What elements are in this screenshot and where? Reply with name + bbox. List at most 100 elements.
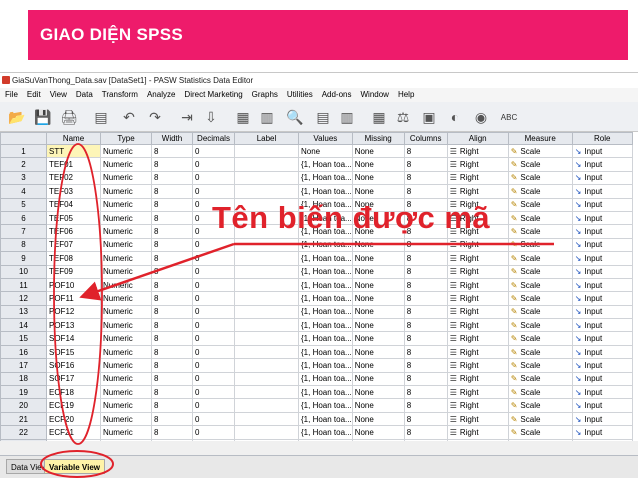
cell-missing[interactable]: None: [351, 157, 405, 172]
column-header-align[interactable]: Align: [446, 132, 509, 145]
cell-name[interactable]: POF12: [46, 304, 101, 320]
cell-width[interactable]: 8: [151, 143, 193, 159]
cell-width[interactable]: 8: [151, 291, 193, 306]
cell-columns[interactable]: 8: [403, 143, 448, 159]
cell-width[interactable]: 8: [151, 277, 193, 293]
cell-columns[interactable]: 8: [403, 264, 448, 279]
cell-type[interactable]: Numeric: [100, 344, 152, 360]
cell-values[interactable]: {1, Hoan toa...: [298, 411, 353, 427]
row-number[interactable]: 2: [0, 157, 47, 172]
cell-label[interactable]: [234, 398, 299, 413]
cell-role[interactable]: ↘Input: [571, 331, 633, 346]
cell-missing[interactable]: None: [351, 304, 405, 320]
cell-missing[interactable]: None: [351, 291, 405, 306]
undo-icon[interactable]: ↶: [118, 106, 140, 128]
cell-decimals[interactable]: 0: [192, 318, 235, 333]
cell-name[interactable]: TEF01: [46, 157, 101, 172]
cell-decimals[interactable]: 0: [192, 344, 235, 360]
row-number[interactable]: 13: [0, 304, 47, 320]
column-header-columns[interactable]: Columns: [403, 132, 448, 145]
cell-role[interactable]: ↘Input: [571, 264, 633, 279]
menu-file[interactable]: File: [0, 88, 22, 102]
cell-width[interactable]: 8: [151, 318, 193, 333]
cell-values[interactable]: {1, Hoan toa...: [298, 371, 353, 387]
cell-label[interactable]: [234, 344, 299, 360]
cell-width[interactable]: 8: [151, 264, 193, 279]
cell-values[interactable]: {1, Hoan toa...: [298, 157, 353, 172]
row-number[interactable]: 4: [0, 184, 47, 199]
run-descriptives-icon[interactable]: ▥: [256, 106, 278, 128]
cell-decimals[interactable]: 0: [192, 425, 235, 440]
cell-align[interactable]: ☰Right: [446, 411, 509, 427]
menu-utilities[interactable]: Utilities: [282, 88, 317, 102]
cell-name[interactable]: POF13: [46, 318, 101, 333]
cell-decimals[interactable]: 0: [192, 291, 235, 306]
cell-measure[interactable]: ✎Scale: [507, 143, 573, 159]
cell-align[interactable]: ☰Right: [446, 237, 509, 253]
goto-case-icon[interactable]: ⇥: [176, 106, 198, 128]
cell-measure[interactable]: ✎Scale: [507, 304, 573, 320]
cell-label[interactable]: [234, 385, 299, 400]
cell-align[interactable]: ☰Right: [446, 291, 509, 306]
cell-label[interactable]: [234, 438, 299, 441]
cell-name[interactable]: DEC22: [46, 438, 101, 441]
cell-type[interactable]: Numeric: [100, 425, 152, 440]
cell-values[interactable]: {1, Hoan toa...: [298, 170, 353, 186]
cell-values[interactable]: {1, Hoan toa...: [298, 184, 353, 199]
cell-columns[interactable]: 8: [403, 237, 448, 253]
cell-values[interactable]: {1, Hoan toa...: [298, 237, 353, 253]
cell-columns[interactable]: 8: [403, 398, 448, 413]
cell-label[interactable]: [234, 184, 299, 199]
cell-columns[interactable]: 8: [403, 184, 448, 199]
cell-columns[interactable]: 8: [403, 371, 448, 387]
row-number[interactable]: 11: [0, 277, 47, 293]
cell-decimals[interactable]: 0: [192, 184, 235, 199]
cell-values[interactable]: {1, Hoan toa...: [298, 344, 353, 360]
row-number[interactable]: 6: [0, 210, 47, 226]
column-header-type[interactable]: Type: [100, 132, 152, 145]
cell-role[interactable]: ↘Input: [571, 224, 633, 239]
spell-check-icon[interactable]: ABC: [498, 106, 520, 128]
cell-decimals[interactable]: 0: [192, 251, 235, 266]
cell-measure[interactable]: ✎Scale: [507, 318, 573, 333]
cell-role[interactable]: ↘Input: [571, 318, 633, 333]
cell-missing[interactable]: None: [351, 264, 405, 279]
cell-measure[interactable]: ✎Scale: [507, 425, 573, 440]
cell-type[interactable]: Numeric: [100, 291, 152, 306]
cell-values[interactable]: {1, Hoan toa...: [298, 291, 353, 306]
cell-width[interactable]: 8: [151, 358, 193, 373]
cell-label[interactable]: [234, 411, 299, 427]
cell-width[interactable]: 8: [151, 344, 193, 360]
cell-name[interactable]: ECF18: [46, 385, 101, 400]
find-icon[interactable]: 🔍: [284, 106, 306, 128]
cell-align[interactable]: ☰Right: [446, 358, 509, 373]
cell-measure[interactable]: ✎Scale: [507, 264, 573, 279]
cell-missing[interactable]: None: [351, 331, 405, 346]
cell-values[interactable]: {1, Hoan toa...: [298, 264, 353, 279]
cell-type[interactable]: Numeric: [100, 304, 152, 320]
cell-name[interactable]: ECF21: [46, 425, 101, 440]
cell-align[interactable]: ☰Right: [446, 170, 509, 186]
save-icon[interactable]: 💾: [32, 106, 54, 128]
cell-missing[interactable]: None: [351, 251, 405, 266]
cell-missing[interactable]: None: [351, 277, 405, 293]
column-header-decimals[interactable]: Decimals: [192, 132, 235, 145]
cell-values[interactable]: {1, Hoan toa...: [298, 425, 353, 440]
cell-role[interactable]: ↘Input: [571, 398, 633, 413]
cell-width[interactable]: 8: [151, 170, 193, 186]
cell-columns[interactable]: 8: [403, 385, 448, 400]
cell-align[interactable]: ☰Right: [446, 318, 509, 333]
cell-missing[interactable]: None: [351, 170, 405, 186]
cell-measure[interactable]: ✎Scale: [507, 291, 573, 306]
cell-missing[interactable]: None: [351, 184, 405, 199]
cell-type[interactable]: Numeric: [100, 197, 152, 212]
cell-width[interactable]: 8: [151, 251, 193, 266]
cell-align[interactable]: ☰Right: [446, 157, 509, 172]
cell-type[interactable]: Numeric: [100, 143, 152, 159]
cell-label[interactable]: [234, 277, 299, 293]
variables-icon[interactable]: ▦: [232, 106, 254, 128]
cell-name[interactable]: POF11: [46, 291, 101, 306]
column-header-values[interactable]: Values: [298, 132, 353, 145]
cell-label[interactable]: [234, 331, 299, 346]
menu-direct-marketing[interactable]: Direct Marketing: [179, 88, 246, 102]
